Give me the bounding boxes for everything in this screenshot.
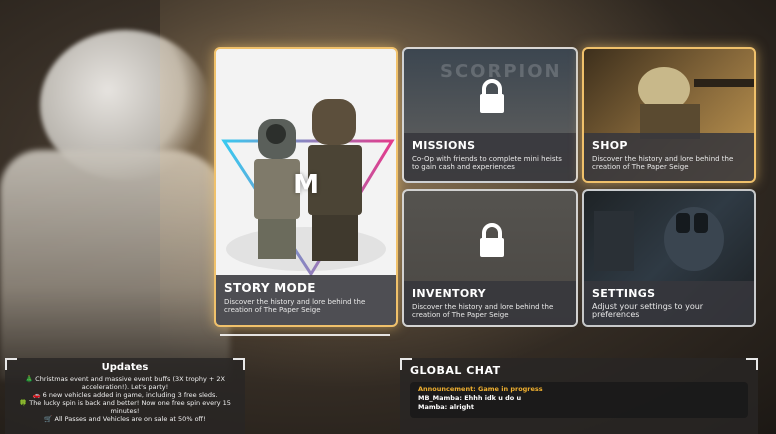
chat-message-list[interactable]: Announcement: Game in progress MB_Mamba:… <box>410 382 748 418</box>
update-item: 🚗 6 new vehicles added in game, includin… <box>32 391 218 399</box>
shop-title: SHOP <box>592 139 628 152</box>
settings-card[interactable]: SETTINGS Adjust your settings to your pr… <box>582 189 756 327</box>
panel-corner <box>746 358 758 370</box>
shop-info: SHOP Discover the history and lore behin… <box>584 133 754 181</box>
story-mode-description: Discover the history and lore behind the… <box>224 298 366 314</box>
story-mode-info: STORY MODE Discover the history and lore… <box>216 275 396 325</box>
story-mode-title: STORY MODE <box>224 281 316 295</box>
inventory-description: Discover the history and lore behind the… <box>412 303 554 319</box>
global-chat-panel: GLOBAL CHAT Announcement: Game in progre… <box>400 358 758 434</box>
lock-icon <box>480 223 504 257</box>
shop-card[interactable]: SHOP Discover the history and lore behin… <box>582 47 756 183</box>
settings-title: SETTINGS <box>592 287 656 300</box>
lock-icon <box>480 79 504 113</box>
inventory-title: INVENTORY <box>412 287 486 300</box>
story-mode-art <box>221 99 395 277</box>
global-chat-title: GLOBAL CHAT <box>410 364 501 377</box>
settings-description: Adjust your settings to your preferences <box>592 302 704 319</box>
shop-art <box>638 67 754 139</box>
story-mode-logo-icon: M <box>293 170 319 200</box>
shop-description: Discover the history and lore behind the… <box>592 155 734 171</box>
inventory-info: INVENTORY Discover the history and lore … <box>404 281 576 325</box>
update-item: 🍀 The lucky spin is back and better! Now… <box>19 399 231 415</box>
missions-card[interactable]: SCORPION MISSIONS Co-Op with friends to … <box>402 47 578 183</box>
settings-art <box>594 207 724 271</box>
inventory-card[interactable]: INVENTORY Discover the history and lore … <box>402 189 578 327</box>
missions-info: MISSIONS Co-Op with friends to complete … <box>404 133 576 181</box>
missions-description: Co-Op with friends to complete mini heis… <box>412 155 562 171</box>
updates-title: Updates <box>101 362 149 373</box>
chat-message: MB_Mamba: Ehhh idk u do u <box>418 394 522 402</box>
selection-underline <box>220 334 390 336</box>
panel-corner <box>233 358 245 370</box>
update-item: 🛒 All Passes and Vehicles are on sale at… <box>44 415 206 423</box>
updates-panel: Updates 🎄 Christmas event and massive ev… <box>5 358 245 434</box>
story-mode-card[interactable]: M STORY MODE Discover the history and lo… <box>214 47 398 327</box>
update-item: 🎄 Christmas event and massive event buff… <box>25 375 225 391</box>
chat-announcement: Announcement: Game in progress <box>418 385 543 393</box>
panel-corner <box>400 358 412 370</box>
missions-title: MISSIONS <box>412 139 476 152</box>
chat-message: Mamba: alright <box>418 403 474 411</box>
panel-corner <box>5 358 17 370</box>
settings-info: SETTINGS Adjust your settings to your pr… <box>584 281 754 325</box>
